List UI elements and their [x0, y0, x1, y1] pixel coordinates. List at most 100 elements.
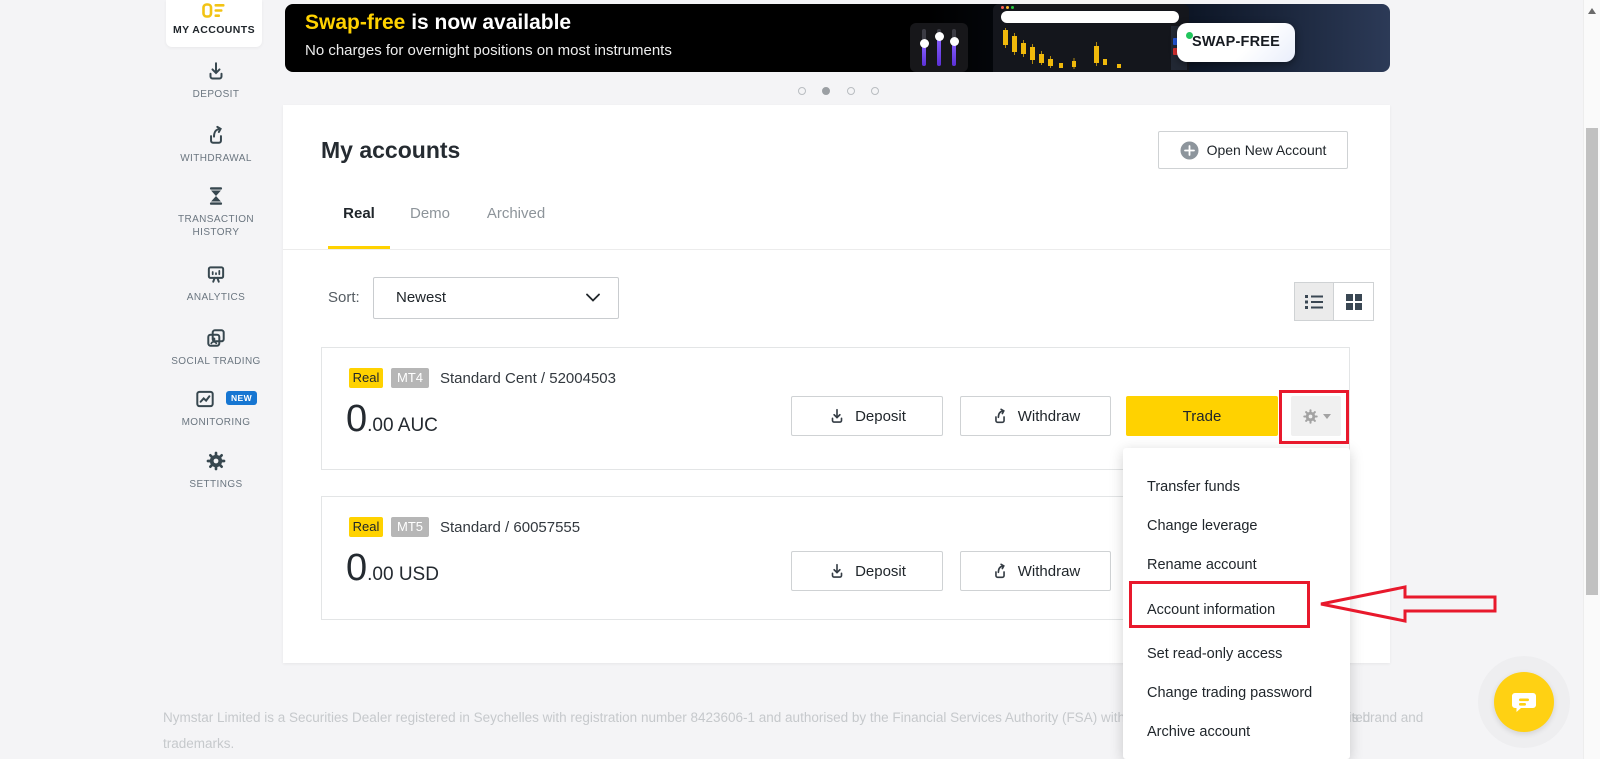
sidebar-item-settings[interactable]: SETTINGS	[160, 450, 272, 491]
plus-circle-icon	[1180, 141, 1199, 159]
page-scrollbar[interactable]	[1583, 0, 1600, 759]
monitoring-icon	[196, 390, 214, 408]
trading-chart-graphic	[993, 4, 1189, 72]
sidebar-item-withdrawal[interactable]: WITHDRAWAL	[160, 124, 272, 165]
platform-badge: MT5	[391, 517, 429, 537]
sidebar-item-label: DEPOSIT	[192, 89, 240, 100]
carousel-dot-3[interactable]	[846, 87, 855, 95]
footer-disclaimer-line1-end: s brand and	[1352, 710, 1424, 725]
tab-archived[interactable]: Archived	[483, 205, 549, 222]
banner-subtitle: No charges for overnight positions on mo…	[305, 42, 672, 59]
accounts-icon	[202, 3, 225, 18]
grid-view-button[interactable]	[1334, 282, 1374, 321]
account-name: Standard Cent / 52004503	[440, 370, 616, 387]
account-actions-menu: Transfer funds Change leverage Rename ac…	[1123, 448, 1350, 759]
sidebar: MY ACCOUNTS DEPOSIT WITHDRAWAL TRANSACTI…	[160, 0, 272, 759]
account-type-badge: Real	[349, 517, 383, 537]
trade-button[interactable]: Trade	[1126, 396, 1278, 436]
list-view-button[interactable]	[1294, 282, 1334, 321]
sidebar-item-label: TRANSACTION HISTORY	[177, 214, 255, 238]
sidebar-item-label: MY ACCOUNTS	[173, 24, 255, 36]
deposit-button[interactable]: Deposit	[791, 551, 943, 591]
account-balance: 0.00 USD	[346, 547, 439, 590]
caret-down-icon	[1322, 413, 1331, 419]
view-toggle	[1294, 282, 1374, 321]
sidebar-item-label: ANALYTICS	[186, 292, 246, 303]
banner-title-highlight: Swap-free	[305, 11, 406, 34]
new-badge: NEW	[226, 391, 258, 405]
sidebar-item-label: WITHDRAWAL	[180, 153, 252, 164]
withdraw-button[interactable]: Withdraw	[960, 551, 1111, 591]
tab-real[interactable]: Real	[328, 205, 390, 222]
carousel-dot-4[interactable]	[871, 87, 880, 95]
menu-item-rename-account[interactable]: Rename account	[1123, 546, 1350, 585]
platform-badge: MT4	[391, 368, 429, 388]
carousel-dot-1[interactable]	[798, 87, 806, 95]
list-view-icon	[1305, 294, 1323, 309]
settings-icon	[206, 451, 226, 471]
sort-selected-value: Newest	[396, 289, 447, 306]
balance-major: 0	[346, 398, 368, 440]
chat-bubble-icon	[1512, 693, 1536, 712]
account-settings-gear-button[interactable]	[1291, 396, 1341, 436]
sidebar-item-my-accounts[interactable]: MY ACCOUNTS	[166, 0, 262, 47]
menu-item-account-information[interactable]: Account information	[1123, 585, 1350, 635]
menu-item-archive-account[interactable]: Archive account	[1123, 713, 1350, 752]
withdraw-button[interactable]: Withdraw	[960, 396, 1111, 436]
carousel-dots	[798, 82, 891, 95]
chat-button[interactable]	[1494, 672, 1554, 732]
scrollbar-thumb[interactable]	[1586, 128, 1598, 595]
browser-address-bar-graphic	[1001, 11, 1179, 23]
withdraw-label: Withdraw	[1017, 562, 1081, 580]
sidebar-item-label: SOCIAL TRADING	[171, 356, 261, 367]
menu-item-change-trading-password[interactable]: Change trading password	[1123, 674, 1350, 713]
sidebar-item-analytics[interactable]: ANALYTICS	[160, 263, 272, 304]
withdraw-icon	[994, 563, 1005, 579]
sort-dropdown[interactable]: Newest	[373, 277, 619, 319]
deposit-icon	[831, 408, 843, 423]
social-trading-icon	[207, 329, 225, 347]
withdrawal-icon	[210, 125, 222, 144]
footer-disclaimer-line2: trademarks.	[163, 736, 235, 751]
transaction-history-icon	[209, 187, 223, 205]
equalizer-graphic	[910, 23, 968, 72]
sidebar-item-label: MONITORING	[181, 417, 251, 428]
scrollbar-up-arrow[interactable]	[1588, 8, 1596, 14]
tabs-divider	[283, 249, 1390, 250]
analytics-icon	[207, 266, 225, 283]
deposit-label: Deposit	[855, 562, 906, 580]
grid-view-icon	[1345, 293, 1362, 310]
banner-title: Swap-free is now available	[305, 11, 571, 35]
menu-item-set-read-only-access[interactable]: Set read-only access	[1123, 635, 1350, 674]
sidebar-item-label: SETTINGS	[189, 479, 243, 490]
sidebar-item-transaction-history[interactable]: TRANSACTION HISTORY	[160, 185, 272, 239]
account-name: Standard / 60057555	[440, 519, 581, 536]
deposit-label: Deposit	[855, 407, 906, 425]
balance-major: 0	[346, 547, 368, 589]
carousel-dot-2-active[interactable]	[822, 87, 831, 95]
tab-demo[interactable]: Demo	[405, 205, 455, 222]
page-title: My accounts	[321, 137, 461, 163]
sidebar-item-monitoring[interactable]: NEW MONITORING	[160, 388, 272, 429]
balance-minor: .00 USD	[367, 564, 439, 585]
gear-icon	[1302, 408, 1318, 424]
menu-item-transfer-funds[interactable]: Transfer funds	[1123, 468, 1350, 507]
swap-free-cta-button[interactable]: SWAP-FREE	[1177, 23, 1295, 62]
withdraw-label: Withdraw	[1017, 407, 1081, 425]
promo-banner[interactable]: Swap-free is now available No charges fo…	[285, 4, 1390, 72]
balance-minor: .00 AUC	[367, 415, 438, 436]
sort-label: Sort:	[328, 289, 360, 306]
swap-free-cta-label: SWAP-FREE	[1192, 34, 1280, 50]
menu-item-change-leverage[interactable]: Change leverage	[1123, 507, 1350, 546]
account-type-badge: Real	[349, 368, 383, 388]
banner-title-rest: is now available	[405, 11, 572, 34]
trade-label: Trade	[1182, 407, 1222, 425]
deposit-icon	[831, 563, 843, 578]
deposit-icon	[209, 62, 223, 80]
sidebar-item-deposit[interactable]: DEPOSIT	[160, 60, 272, 101]
withdraw-icon	[994, 408, 1005, 424]
account-balance: 0.00 AUC	[346, 398, 438, 441]
deposit-button[interactable]: Deposit	[791, 396, 943, 436]
sidebar-item-social-trading[interactable]: SOCIAL TRADING	[160, 327, 272, 368]
open-new-account-button[interactable]: Open New Account	[1158, 131, 1348, 169]
